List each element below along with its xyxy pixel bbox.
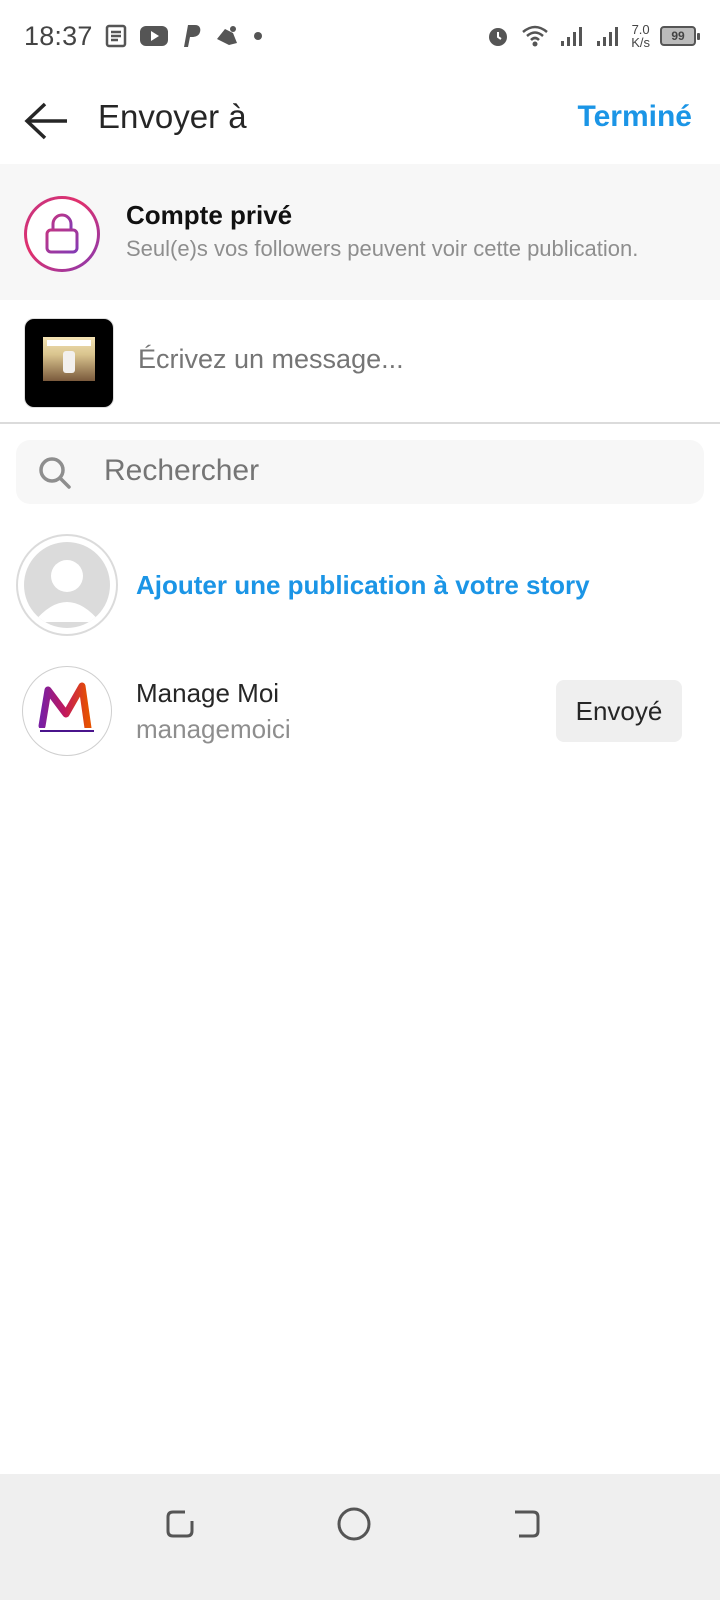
status-left: 18:37 [24,21,265,52]
search-box[interactable] [16,440,704,504]
back-button[interactable] [22,98,72,144]
net-speed-unit: K/s [631,35,650,50]
default-avatar-icon [24,542,110,628]
contact-row: Manage Moi managemoici Envoyé [0,666,720,758]
back-nav-button[interactable] [506,1504,546,1544]
lock-icon [27,199,97,269]
status-bar: 18:37 7.0 K/s 99 [0,0,720,72]
home-circle-icon [337,1507,371,1541]
post-thumbnail [24,318,114,408]
system-nav-bar [0,1474,720,1600]
recent-apps-icon [166,1510,194,1538]
contact-username: managemoici [136,714,291,744]
search-input[interactable] [104,454,664,488]
battery-level: 99 [671,29,685,43]
page-title: Envoyer à [98,98,247,135]
message-composer [0,302,720,424]
signal-icon [559,24,585,48]
wifi-icon [521,24,549,48]
story-avatar [16,534,118,636]
manage-moi-logo [38,682,96,734]
private-description: Seul(e)s vos followers peuvent voir cett… [126,236,639,261]
news-icon [103,23,129,49]
back-nav-icon [515,1510,540,1538]
private-account-banner: Compte privé Seul(e)s vos followers peuv… [0,164,720,300]
status-time: 18:37 [24,20,93,51]
lock-ring [24,196,100,272]
recent-apps-button[interactable] [160,1504,200,1544]
post-thumbnail-image [43,337,95,381]
story-label: Ajouter une publication à votre story [136,570,590,600]
arrow-left-icon [24,102,67,140]
search-icon [39,457,71,489]
alarm-icon [485,23,511,49]
game-controller-icon [213,23,241,49]
status-right: 7.0 K/s 99 [485,23,700,49]
add-to-story-row[interactable]: Ajouter une publication à votre story [0,534,720,640]
contact-name: Manage Moi [136,678,280,708]
message-input[interactable] [138,344,698,375]
paypal-icon [179,23,203,49]
done-button[interactable]: Terminé [578,100,692,134]
private-title: Compte privé [126,200,293,230]
dot-icon [251,29,265,43]
signal-icon [595,24,621,48]
net-speed: 7.0 K/s [631,23,650,49]
sent-button[interactable]: Envoyé [556,680,682,742]
contact-avatar [22,666,112,756]
home-button[interactable] [334,1504,374,1544]
header: Envoyer à Terminé [0,80,720,162]
youtube-icon [139,24,169,48]
battery-icon: 99 [660,26,700,46]
